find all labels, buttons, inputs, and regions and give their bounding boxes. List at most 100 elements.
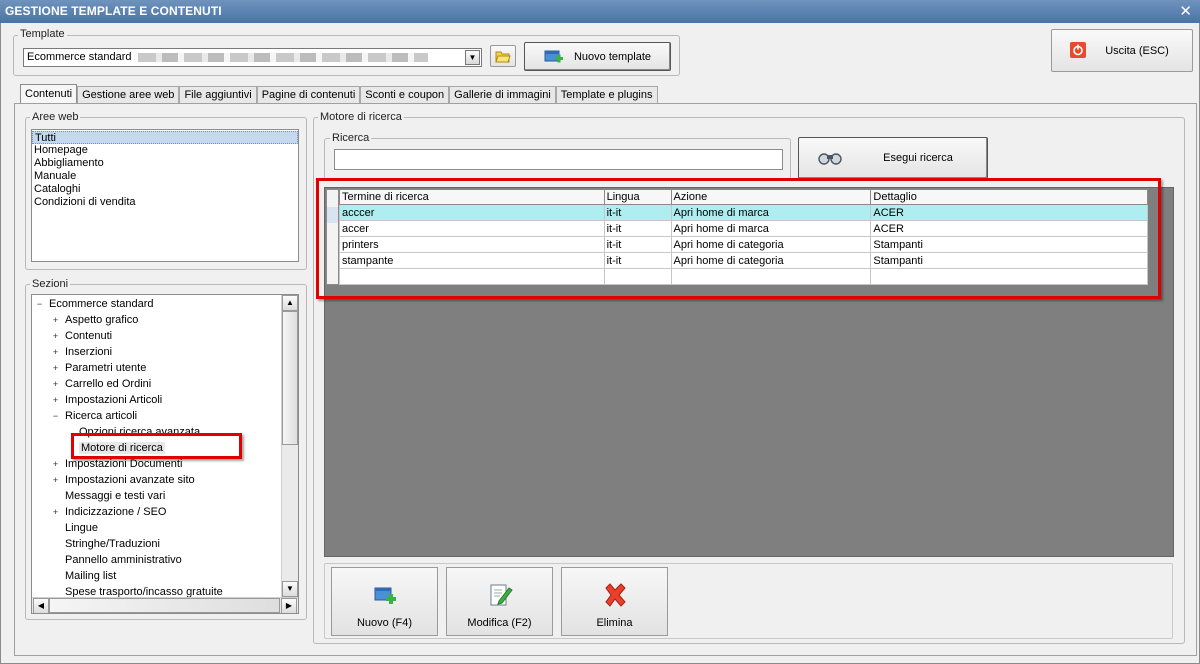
- leaf-spacer: [51, 570, 60, 579]
- redacted-text: [137, 52, 428, 62]
- tree-item-label: Mailing list: [65, 570, 117, 582]
- tree-item-label: Impostazioni Articoli: [65, 394, 163, 406]
- edit-document-icon: [490, 584, 513, 606]
- expand-icon[interactable]: +: [51, 380, 60, 389]
- aree-web-legend: Aree web: [30, 111, 81, 123]
- list-item[interactable]: Abbigliamento: [32, 157, 298, 170]
- new-button[interactable]: Nuovo (F4): [331, 567, 438, 636]
- tree-item[interactable]: Stringhe/Traduzioni: [51, 536, 160, 552]
- tree-item-label: Impostazioni avanzate sito: [65, 474, 195, 486]
- expand-icon[interactable]: +: [51, 316, 60, 325]
- tree-item[interactable]: + Aspetto grafico: [51, 312, 139, 328]
- new-template-button[interactable]: Nuovo template: [524, 42, 671, 71]
- template-select-value: Ecommerce standard: [27, 51, 132, 63]
- list-item[interactable]: Homepage: [32, 144, 298, 157]
- tree-item[interactable]: − Ricerca articoli: [51, 408, 137, 424]
- exit-button-label: Uscita (ESC): [1105, 44, 1169, 57]
- vertical-scrollbar[interactable]: ▲ ▼: [281, 295, 298, 597]
- tree-item-label: Aspetto grafico: [65, 314, 139, 326]
- scroll-left-icon[interactable]: ◀: [33, 598, 49, 613]
- tree-item-label: Stringhe/Traduzioni: [65, 538, 160, 550]
- list-item[interactable]: Cataloghi: [32, 183, 298, 196]
- delete-x-icon: [605, 583, 626, 607]
- tab-template-e-plugins[interactable]: Template e plugins: [555, 86, 658, 104]
- horizontal-scrollbar[interactable]: ◀ ▶: [32, 597, 298, 613]
- tree-item[interactable]: Lingue: [51, 520, 98, 536]
- tree-item-label: Inserzioni: [65, 346, 113, 358]
- tree-item[interactable]: Mailing list: [51, 568, 116, 584]
- tree-item-label: Messaggi e testi vari: [65, 490, 166, 502]
- collapse-icon[interactable]: −: [51, 412, 60, 421]
- search-button[interactable]: Esegui ricerca: [798, 137, 988, 179]
- expand-icon[interactable]: +: [51, 476, 60, 485]
- folder-icon: [495, 51, 511, 63]
- expand-icon[interactable]: +: [51, 332, 60, 341]
- tab-pagine-di-contenuti[interactable]: Pagine di contenuti: [256, 86, 361, 104]
- annotation-highlight-grid: [316, 178, 1161, 299]
- template-select[interactable]: Ecommerce standard ▼: [23, 48, 482, 67]
- tree-item[interactable]: + Parametri utente: [51, 360, 146, 376]
- scroll-up-icon[interactable]: ▲: [282, 295, 298, 311]
- exit-button[interactable]: Uscita (ESC): [1051, 29, 1193, 72]
- list-item[interactable]: Condizioni di vendita: [32, 196, 298, 209]
- tree-item-label: Ricerca articoli: [65, 410, 138, 422]
- tree-item[interactable]: + Carrello ed Ordini: [51, 376, 151, 392]
- search-input[interactable]: [334, 149, 783, 170]
- tree-item[interactable]: + Contenuti: [51, 328, 112, 344]
- delete-button[interactable]: Elimina: [561, 567, 668, 636]
- leaf-spacer: [51, 586, 60, 595]
- tree-item[interactable]: Pannello amministrativo: [51, 552, 182, 568]
- open-folder-button[interactable]: [490, 45, 516, 67]
- tree-item[interactable]: + Impostazioni avanzate sito: [51, 472, 195, 488]
- edit-button[interactable]: Modifica (F2): [446, 567, 553, 636]
- aree-web-list[interactable]: Tutti Homepage Abbigliamento Manuale Cat…: [31, 129, 299, 262]
- tab-sconti-e-coupon[interactable]: Sconti e coupon: [360, 86, 450, 104]
- leaf-spacer: [51, 554, 60, 563]
- scroll-down-icon[interactable]: ▼: [282, 581, 298, 597]
- edit-button-label: Modifica (F2): [467, 617, 532, 629]
- binoculars-icon: [818, 153, 842, 165]
- tree-root-label: Ecommerce standard: [49, 298, 154, 310]
- hscrollbar-thumb[interactable]: [49, 598, 280, 613]
- tab-bar: Contenuti Gestione aree web File aggiunt…: [20, 84, 658, 104]
- delete-button-label: Elimina: [596, 617, 633, 629]
- expand-icon[interactable]: +: [51, 348, 60, 357]
- tree-item[interactable]: + Indicizzazione / SEO: [51, 504, 167, 520]
- tree-item-label: Lingue: [65, 522, 99, 534]
- expand-icon[interactable]: +: [51, 396, 60, 405]
- tree-item-label: Indicizzazione / SEO: [65, 506, 167, 518]
- annotation-highlight-tree-item: [71, 433, 242, 459]
- list-item[interactable]: Manuale: [32, 170, 298, 183]
- leaf-spacer: [51, 538, 60, 547]
- tree-item-label: Pannello amministrativo: [65, 554, 182, 566]
- list-item[interactable]: Tutti: [32, 131, 298, 144]
- ricerca-legend: Ricerca: [330, 132, 372, 144]
- tab-gallerie-di-immagini[interactable]: Gallerie di immagini: [449, 86, 556, 104]
- close-icon[interactable]: ✕: [1179, 2, 1192, 20]
- tree-item[interactable]: + Inserzioni: [51, 344, 112, 360]
- motore-legend: Motore di ricerca: [318, 111, 404, 123]
- power-icon: [1070, 42, 1086, 58]
- tab-file-aggiuntivi[interactable]: File aggiuntivi: [179, 86, 257, 104]
- chevron-down-icon[interactable]: ▼: [465, 50, 480, 65]
- new-template-label: Nuovo template: [573, 50, 652, 63]
- tab-contenuti[interactable]: Contenuti: [20, 84, 78, 104]
- scroll-right-icon[interactable]: ▶: [281, 598, 297, 613]
- leaf-spacer: [51, 522, 60, 531]
- window-title: GESTIONE TEMPLATE E CONTENUTI: [5, 4, 222, 18]
- tree-root[interactable]: − Ecommerce standard: [35, 296, 154, 312]
- tree-item[interactable]: + Impostazioni Articoli: [51, 392, 162, 408]
- leaf-spacer: [51, 490, 60, 499]
- expand-icon[interactable]: +: [51, 364, 60, 373]
- tree-item-label: Parametri utente: [65, 362, 147, 374]
- expand-icon[interactable]: +: [51, 508, 60, 517]
- add-window-icon: [544, 50, 563, 62]
- tree-item[interactable]: Messaggi e testi vari: [51, 488, 165, 504]
- tab-gestione-aree-web[interactable]: Gestione aree web: [77, 86, 180, 104]
- collapse-icon[interactable]: −: [35, 300, 44, 309]
- tree-item-label: Carrello ed Ordini: [65, 378, 152, 390]
- scrollbar-thumb[interactable]: [282, 311, 298, 445]
- expand-icon[interactable]: +: [51, 460, 60, 469]
- tree-item-label: Impostazioni Documenti: [65, 458, 183, 470]
- new-button-label: Nuovo (F4): [356, 617, 413, 629]
